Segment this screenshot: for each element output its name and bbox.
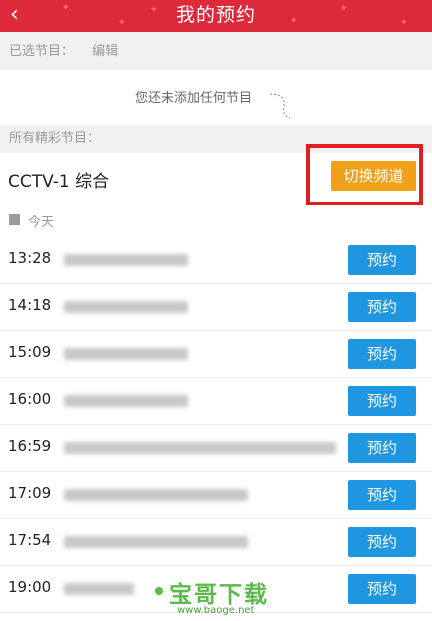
edit-button[interactable]: 编辑: [92, 32, 118, 72]
program-time: 16:59: [8, 437, 52, 455]
empty-text: 您还未添加任何节目: [135, 91, 253, 106]
blurred-program-title: [64, 254, 188, 266]
selected-programs-bar: 已选节目： 编辑: [0, 32, 432, 70]
header-bar: ‹ ✦ ✦ ✦ ✦ ✦ ✦ 我的预约: [0, 0, 432, 32]
dotted-arrow-icon: [269, 93, 291, 119]
highlight-box: [306, 144, 423, 206]
blurred-program-title: [64, 348, 188, 360]
reserve-button[interactable]: 预约: [348, 480, 416, 510]
blurred-program-title: [64, 301, 188, 313]
program-time: 19:00: [8, 578, 52, 596]
empty-state: 您还未添加任何节目: [0, 70, 432, 125]
all-programs-label: 所有精彩节目：: [9, 131, 101, 146]
blurred-program-title: [64, 583, 134, 595]
page-title: 我的预约: [175, 4, 256, 26]
program-time: 13:28: [8, 249, 52, 267]
selected-label: 已选节目：: [9, 44, 75, 59]
reserve-button[interactable]: 预约: [348, 292, 416, 322]
program-time: 17:09: [8, 484, 52, 502]
program-row: 16:59 预约: [0, 425, 432, 472]
program-row: 16:00 预约: [0, 378, 432, 425]
watermark: 宝哥下载 www.baoge.net: [155, 575, 285, 619]
program-time: 14:18: [8, 296, 52, 314]
channel-name: CCTV-1 综合: [8, 172, 110, 192]
blurred-program-title: [64, 536, 248, 548]
watermark-url: www.baoge.net: [177, 605, 255, 616]
reserve-button[interactable]: 预约: [348, 245, 416, 275]
blurred-program-title: [64, 489, 248, 501]
program-time: 15:09: [8, 343, 52, 361]
program-row: 17:54 预约: [0, 519, 432, 566]
square-icon: [9, 214, 20, 225]
day-label: 今天: [28, 215, 55, 230]
program-row: 17:09 预约: [0, 472, 432, 519]
watermark-text: 宝哥下载: [169, 582, 269, 608]
reserve-button[interactable]: 预约: [348, 339, 416, 369]
blurred-program-title: [64, 442, 336, 454]
program-row: 15:09 预约: [0, 331, 432, 378]
day-header: 今天: [0, 205, 432, 237]
program-time: 16:00: [8, 390, 52, 408]
program-row: 14:18 预约: [0, 284, 432, 331]
program-row: 13:28 预约: [0, 237, 432, 284]
reserve-button[interactable]: 预约: [348, 574, 416, 604]
program-time: 17:54: [8, 531, 52, 549]
blurred-program-title: [64, 395, 188, 407]
reserve-button[interactable]: 预约: [348, 433, 416, 463]
reserve-button[interactable]: 预约: [348, 527, 416, 557]
watermark-logo-icon: [155, 587, 163, 595]
reserve-button[interactable]: 预约: [348, 386, 416, 416]
